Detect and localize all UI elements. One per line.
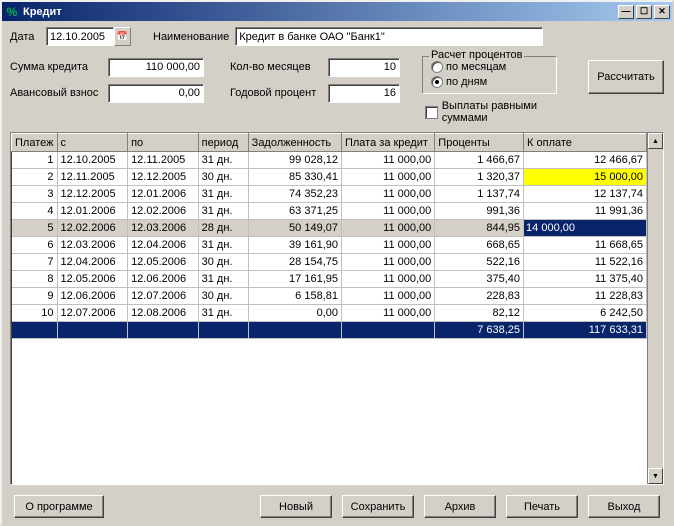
col-header[interactable]: по [128,134,199,152]
titlebar: % Кредит — ☐ ✕ [2,2,672,21]
app-icon: % [4,4,20,20]
main-window: % Кредит — ☐ ✕ Дата 📅 Наименование Сумма… [0,0,674,526]
radio-by-days[interactable]: по дням [431,74,548,89]
table-row[interactable]: 112.10.200512.11.200531 дн.99 028,1211 0… [12,152,647,169]
col-header[interactable]: с [57,134,128,152]
schedule-grid: ПлатежспопериодЗадолженностьПлата за кре… [10,132,664,485]
percent-field[interactable] [328,84,400,103]
scroll-up-button[interactable]: ▲ [648,133,663,149]
total-row: 7 638,25117 633,31 [12,322,647,339]
advance-label: Авансовый взнос [10,87,102,99]
name-field[interactable] [235,27,543,46]
table-row[interactable]: 812.05.200612.06.200631 дн.17 161,9511 0… [12,271,647,288]
new-button[interactable]: Новый [260,495,332,518]
grid-header: ПлатежспопериодЗадолженностьПлата за кре… [12,134,647,152]
date-picker-button[interactable]: 📅 [114,27,131,46]
col-header[interactable]: Платеж [12,134,58,152]
save-button[interactable]: Сохранить [342,495,414,518]
col-header[interactable]: период [198,134,248,152]
date-label: Дата [10,31,40,43]
col-header[interactable]: К оплате [524,134,647,152]
close-button[interactable]: ✕ [654,5,670,19]
table-row[interactable]: 412.01.200612.02.200631 дн.63 371,2511 0… [12,203,647,220]
months-label: Кол-во месяцев [230,61,322,73]
exit-button[interactable]: Выход [588,495,660,518]
about-button[interactable]: О программе [14,495,104,518]
months-field[interactable] [328,58,400,77]
table-row[interactable]: 612.03.200612.04.200631 дн.39 161,9011 0… [12,237,647,254]
table-row[interactable]: 912.06.200612.07.200630 дн.6 158,8111 00… [12,288,647,305]
print-button[interactable]: Печать [506,495,578,518]
radio-by-months[interactable]: по месяцам [431,59,548,74]
credit-sum-field[interactable] [108,58,204,77]
grid-scrollbar[interactable]: ▲ ▼ [647,133,663,484]
table-row[interactable]: 312.12.200512.01.200631 дн.74 352,2311 0… [12,186,647,203]
interest-calc-group: Расчет процентов по месяцам по дням [422,56,557,94]
col-header[interactable]: Задолженность [248,134,341,152]
col-header[interactable]: Плата за кредит [341,134,434,152]
percent-label: Годовой процент [230,87,322,99]
minimize-button[interactable]: — [618,5,634,19]
table-row[interactable]: 1012.07.200612.08.200631 дн.0,0011 000,0… [12,305,647,322]
advance-field[interactable] [108,84,204,103]
table-row[interactable]: 212.11.200512.12.200530 дн.85 330,4111 0… [12,169,647,186]
date-field[interactable] [46,27,114,46]
table-row[interactable]: 512.02.200612.03.200628 дн.50 149,0711 0… [12,220,647,237]
name-label: Наименование [153,31,229,43]
calculate-button[interactable]: Рассчитать [588,60,664,94]
credit-sum-label: Сумма кредита [10,61,102,73]
interest-calc-legend: Расчет процентов [429,49,524,61]
window-title: Кредит [23,6,618,18]
col-header[interactable]: Проценты [435,134,524,152]
table-row[interactable]: 712.04.200612.05.200630 дн.28 154,7511 0… [12,254,647,271]
scroll-down-button[interactable]: ▼ [648,468,663,484]
maximize-button[interactable]: ☐ [636,5,652,19]
archive-button[interactable]: Архив [424,495,496,518]
equal-payments-checkbox[interactable]: Выплаты равными суммами [425,100,582,124]
